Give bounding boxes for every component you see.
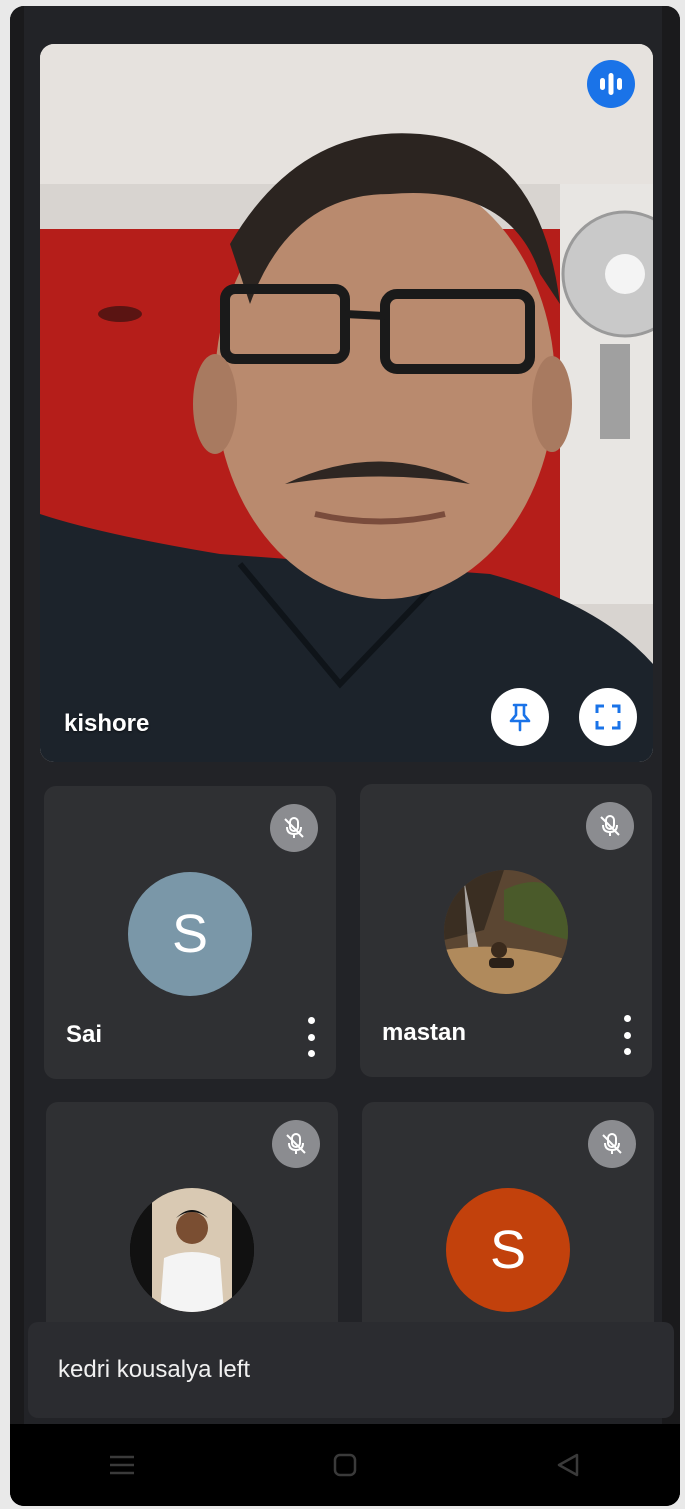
toast-message: kedri kousalya left xyxy=(58,1356,251,1383)
more-options-icon[interactable] xyxy=(300,1017,322,1057)
main-speaker-name: kishore xyxy=(64,710,150,737)
participant-name: mastan xyxy=(382,1019,467,1046)
mic-off-icon xyxy=(270,804,318,852)
system-nav-bar xyxy=(10,1424,680,1506)
participant-tile[interactable]: S xyxy=(362,1102,654,1342)
home-icon[interactable] xyxy=(325,1445,365,1485)
pin-icon xyxy=(509,703,531,732)
fullscreen-icon xyxy=(595,704,621,730)
avatar-photo xyxy=(130,1188,254,1312)
more-options-icon[interactable] xyxy=(616,1015,638,1055)
mic-off-icon xyxy=(272,1120,320,1168)
participant-tile[interactable] xyxy=(46,1102,338,1342)
speaker-video-feed xyxy=(40,44,653,762)
avatar: S xyxy=(446,1188,570,1312)
main-speaker-tile[interactable]: kishore xyxy=(40,44,653,762)
notification-toast: kedri kousalya left xyxy=(28,1322,674,1418)
phone-screen: kishore S Sai mastan S kedri kousalya le… xyxy=(10,6,680,1506)
avatar-photo xyxy=(444,870,568,994)
participant-name: Sai xyxy=(66,1021,103,1048)
device-frame-left xyxy=(10,6,24,1506)
pin-button[interactable] xyxy=(491,688,549,746)
participant-tile[interactable]: mastan xyxy=(360,784,652,1077)
mic-off-icon xyxy=(588,1120,636,1168)
avatar: S xyxy=(128,872,252,996)
speaking-indicator-icon xyxy=(587,60,635,108)
fullscreen-button[interactable] xyxy=(579,688,637,746)
mic-off-icon xyxy=(586,802,634,850)
menu-icon[interactable] xyxy=(102,1445,142,1485)
back-icon[interactable] xyxy=(548,1445,588,1485)
device-frame-right xyxy=(662,6,680,1506)
participant-tile[interactable]: S Sai xyxy=(44,786,336,1079)
